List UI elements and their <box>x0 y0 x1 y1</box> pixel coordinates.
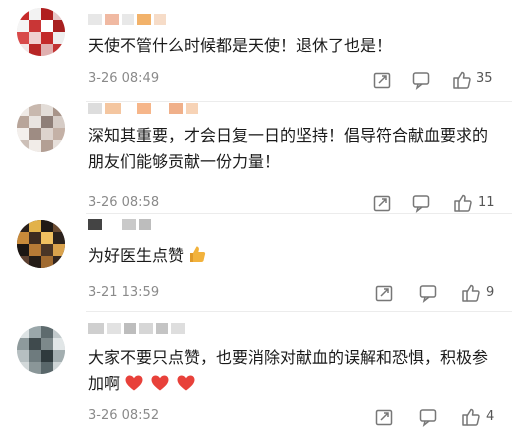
avatar[interactable] <box>17 104 65 152</box>
comment-timestamp: 3-26 08:49 <box>88 71 160 86</box>
thumbs-up-icon[interactable] <box>461 283 481 303</box>
like-count: 35 <box>476 71 493 86</box>
comment-item: 大家不要只点赞，也要消除对献血的误解和恐惧，积极参加啊 3-26 08:52 4 <box>0 312 512 438</box>
comment-text: 天使不管什么时候都是天使！退休了也是！ <box>88 36 393 55</box>
thumbs-up-icon[interactable] <box>452 70 472 90</box>
comment-item: 为好医生点赞 3-21 13:59 9 <box>0 214 512 309</box>
username-redacted[interactable] <box>88 218 151 230</box>
comment-icon[interactable] <box>418 407 438 427</box>
avatar[interactable] <box>17 326 65 374</box>
comment-icon[interactable] <box>411 193 431 213</box>
comment-icon[interactable] <box>411 70 431 90</box>
like-count: 4 <box>486 409 495 424</box>
comment-item: 深知其重要，才会日复一日的坚持！倡导符合献血要求的朋友们能够贡献一份力量！ 3-… <box>0 102 512 213</box>
comment-timestamp: 3-26 08:52 <box>88 408 160 423</box>
thumbs-up-icon[interactable] <box>453 193 473 213</box>
share-icon[interactable] <box>374 283 394 303</box>
avatar[interactable] <box>17 8 65 56</box>
username-redacted[interactable] <box>88 102 198 114</box>
username-redacted[interactable] <box>88 13 166 25</box>
comment-text: 为好医生点赞 <box>88 243 498 269</box>
heart-emoji-icon <box>124 373 144 393</box>
thumbs-up-icon[interactable] <box>461 407 481 427</box>
share-icon[interactable] <box>374 407 394 427</box>
comment-text-body: 为好医生点赞 <box>88 246 185 265</box>
share-icon[interactable] <box>372 70 392 90</box>
comment-text-body: 大家不要只点赞，也要消除对献血的误解和恐惧，积极参加啊 <box>88 348 489 393</box>
comment-timestamp: 3-26 08:58 <box>88 195 160 210</box>
comment-item: 天使不管什么时候都是天使！退休了也是！ 3-26 08:49 35 <box>0 0 512 100</box>
like-count: 9 <box>486 285 495 300</box>
avatar[interactable] <box>17 220 65 268</box>
comment-text: 大家不要只点赞，也要消除对献血的误解和恐惧，积极参加啊 <box>88 345 498 397</box>
heart-emoji-icon <box>176 373 196 393</box>
comment-text: 深知其重要，才会日复一日的坚持！倡导符合献血要求的朋友们能够贡献一份力量！ <box>88 126 489 171</box>
thumbs-up-emoji-icon <box>187 244 207 264</box>
heart-emoji-icon <box>150 373 170 393</box>
username-redacted[interactable] <box>88 322 185 334</box>
comment-icon[interactable] <box>418 283 438 303</box>
comment-timestamp: 3-21 13:59 <box>88 285 160 300</box>
like-count: 11 <box>478 195 495 210</box>
share-icon[interactable] <box>372 193 392 213</box>
